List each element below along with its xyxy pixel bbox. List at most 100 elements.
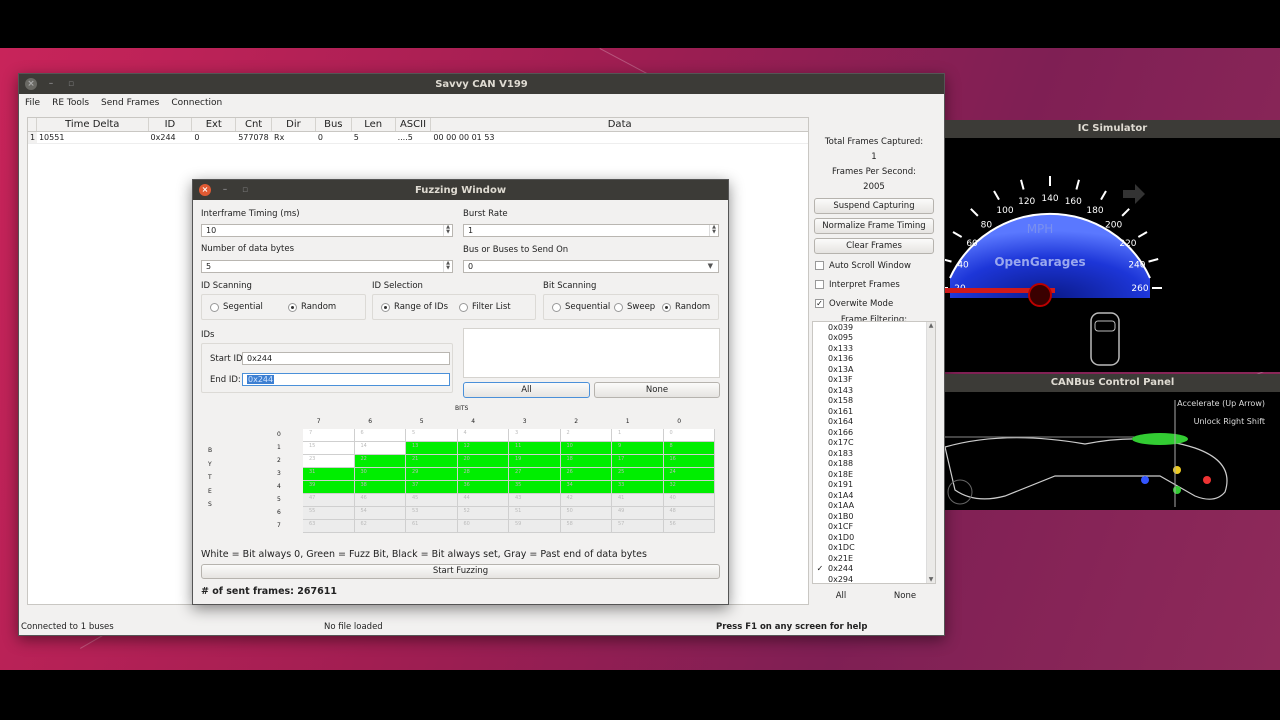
bit-cell[interactable]: 34 [560, 481, 612, 494]
spin-arrows-icon[interactable]: ▲ ▼ [709, 225, 718, 236]
table-row[interactable]: 1 10551 0x244 0 577078 Rx 0 5 ....5 00 0… [28, 132, 808, 144]
filter-item-checkbox[interactable] [816, 533, 824, 541]
filter-item-checkbox[interactable] [816, 344, 824, 352]
bit-cell[interactable]: 49 [612, 507, 664, 520]
filter-item-checkbox[interactable] [816, 355, 824, 363]
bit-cell[interactable]: 40 [663, 494, 715, 507]
bit-cell[interactable]: 2 [560, 429, 612, 442]
end-id-input[interactable]: 0x244 [242, 373, 450, 386]
filter-list-item[interactable]: 0x1CF [813, 522, 935, 533]
menu-send-frames[interactable]: Send Frames [101, 98, 159, 108]
bit-cell[interactable]: 52 [457, 507, 509, 520]
filter-list-item[interactable]: 0x1D0 [813, 532, 935, 543]
start-fuzzing-button[interactable]: Start Fuzzing [201, 564, 720, 579]
filter-list-item[interactable]: 0x188 [813, 459, 935, 470]
bit-cell[interactable]: 6 [354, 429, 406, 442]
interpret-checkbox[interactable] [815, 280, 824, 289]
menu-connection[interactable]: Connection [171, 98, 222, 108]
bit-cell[interactable]: 58 [560, 520, 612, 533]
bit-cell[interactable]: 41 [612, 494, 664, 507]
minimize-icon[interactable]: – [45, 78, 57, 90]
filter-item-checkbox[interactable] [816, 334, 824, 342]
bit-cell[interactable]: 9 [612, 442, 664, 455]
ids-none-button[interactable]: None [594, 382, 720, 398]
filter-list-item[interactable]: 0x17C [813, 438, 935, 449]
filter-item-checkbox[interactable] [816, 449, 824, 457]
normalize-timing-button[interactable]: Normalize Frame Timing [814, 218, 934, 234]
bit-cell[interactable]: 46 [354, 494, 406, 507]
col-bus[interactable]: Bus [316, 118, 352, 131]
filter-item-checkbox[interactable] [816, 502, 824, 510]
bit-cell[interactable]: 26 [560, 468, 612, 481]
filter-item-checkbox[interactable]: ✓ [816, 564, 824, 573]
bit-cell[interactable]: 17 [612, 455, 664, 468]
bit-cell[interactable]: 53 [406, 507, 458, 520]
filter-list-item[interactable]: ✓ 0x244 [813, 564, 935, 575]
clear-frames-button[interactable]: Clear Frames [814, 238, 934, 254]
bit-cell[interactable]: 37 [406, 481, 458, 494]
bit-cell[interactable]: 44 [457, 494, 509, 507]
filter-list-item[interactable]: 0x095 [813, 333, 935, 344]
button-y-icon[interactable] [1173, 466, 1181, 474]
filter-list-item[interactable]: 0x133 [813, 343, 935, 354]
bit-cell[interactable]: 3 [509, 429, 561, 442]
filter-item-checkbox[interactable] [816, 386, 824, 394]
filter-item-checkbox[interactable] [816, 460, 824, 468]
bit-cell[interactable]: 60 [457, 520, 509, 533]
filter-item-checkbox[interactable] [816, 365, 824, 373]
bit-cell[interactable]: 62 [354, 520, 406, 533]
left-stick-icon[interactable] [947, 479, 973, 505]
bit-cell[interactable]: 20 [457, 455, 509, 468]
filter-list-item[interactable]: 0x039 [813, 322, 935, 333]
suspend-capturing-button[interactable]: Suspend Capturing [814, 198, 934, 214]
id-filter-list[interactable] [463, 328, 720, 378]
bit-cell[interactable]: 14 [354, 442, 406, 455]
spin-arrows-icon[interactable]: ▲ ▼ [443, 225, 452, 236]
filter-list-item[interactable]: 0x1A4 [813, 490, 935, 501]
bit-cell[interactable]: 19 [509, 455, 561, 468]
bit-cell[interactable]: 50 [560, 507, 612, 520]
bit-cell[interactable]: 21 [406, 455, 458, 468]
filter-list-item[interactable]: 0x164 [813, 417, 935, 428]
bit-cell[interactable]: 35 [509, 481, 561, 494]
auto-scroll-checkbox[interactable] [815, 261, 824, 270]
spin-arrows-icon[interactable]: ▲ ▼ [443, 261, 452, 272]
filter-item-checkbox[interactable] [816, 397, 824, 405]
filter-list-item[interactable]: 0x136 [813, 354, 935, 365]
filter-list-item[interactable]: 0x13A [813, 364, 935, 375]
bit-cell[interactable]: 8 [663, 442, 715, 455]
bit-cell[interactable]: 10 [560, 442, 612, 455]
bit-cell[interactable]: 16 [663, 455, 715, 468]
col-len[interactable]: Len [352, 118, 396, 131]
bit-grid[interactable]: 7 6 5 4 3 2 1 0 15 14 13 12 11 10 9 8 23 22 21 20 19 18 17 16 31… [303, 429, 715, 533]
col-ascii[interactable]: ASCII [396, 118, 432, 131]
close-icon[interactable]: × [25, 78, 37, 90]
bit-cell[interactable]: 55 [303, 507, 355, 520]
bit-cell[interactable]: 27 [509, 468, 561, 481]
maximize-icon[interactable]: ▫ [65, 78, 77, 90]
overwrite-checkbox-checked[interactable]: ✓ [815, 299, 824, 308]
bit-scan-sweep-radio[interactable]: Sweep [614, 302, 655, 312]
bit-cell[interactable]: 56 [663, 520, 715, 533]
bit-cell[interactable]: 43 [509, 494, 561, 507]
minimize-icon[interactable]: – [219, 184, 231, 196]
filter-item-checkbox[interactable] [816, 575, 824, 583]
bit-cell[interactable]: 51 [509, 507, 561, 520]
filter-none-button[interactable]: None [875, 589, 935, 605]
bit-cell[interactable]: 24 [663, 468, 715, 481]
bit-scan-random-radio[interactable]: Random [662, 302, 710, 312]
bit-cell[interactable]: 12 [457, 442, 509, 455]
button-a-icon[interactable] [1173, 486, 1181, 494]
filter-list-item[interactable]: 0x158 [813, 396, 935, 407]
col-time-delta[interactable]: Time Delta [37, 118, 149, 131]
bus-select[interactable]: 0 ▼ [463, 260, 719, 273]
filter-item-checkbox[interactable] [816, 481, 824, 489]
bit-cell[interactable]: 22 [354, 455, 406, 468]
bit-cell[interactable]: 59 [509, 520, 561, 533]
bit-cell[interactable]: 48 [663, 507, 715, 520]
bit-cell[interactable]: 63 [303, 520, 355, 533]
bit-cell[interactable]: 31 [303, 468, 355, 481]
filter-item-checkbox[interactable] [816, 523, 824, 531]
bit-cell[interactable]: 39 [303, 481, 355, 494]
bit-cell[interactable]: 57 [612, 520, 664, 533]
